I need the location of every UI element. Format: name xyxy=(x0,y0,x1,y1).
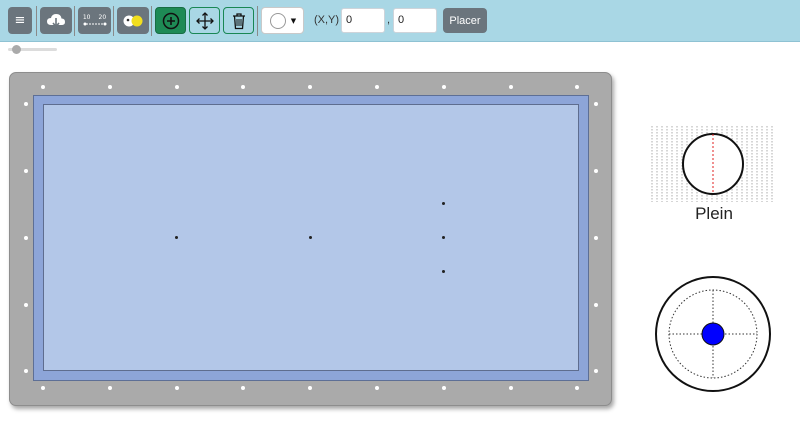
position-marker[interactable] xyxy=(442,236,445,239)
diamond-marker xyxy=(594,102,598,106)
menu-button[interactable]: ≡ xyxy=(8,7,32,34)
toggle-balls-button[interactable] xyxy=(117,7,149,34)
move-button[interactable] xyxy=(189,7,220,34)
trash-icon xyxy=(232,12,245,29)
diamond-marker xyxy=(594,236,598,240)
x-coordinate-input[interactable]: 0 xyxy=(341,8,385,33)
diamond-marker xyxy=(24,236,28,240)
toolbar-separator xyxy=(113,6,114,36)
diamond-marker xyxy=(24,369,28,373)
impact-point-icon[interactable] xyxy=(701,322,725,346)
diamond-marker xyxy=(41,386,45,390)
toolbar-separator xyxy=(151,6,152,36)
hamburger-icon: ≡ xyxy=(14,13,26,28)
ruler-label-b: 20 xyxy=(98,14,107,21)
diamond-marker xyxy=(375,386,379,390)
diamond-marker xyxy=(24,303,28,307)
place-button[interactable]: Placer xyxy=(443,8,487,33)
measure-button[interactable]: 10 20 xyxy=(78,7,111,34)
diamond-marker xyxy=(107,386,112,390)
diamond-marker xyxy=(594,303,598,307)
xy-label: (X,Y) xyxy=(314,14,340,26)
diamond-marker xyxy=(107,85,112,89)
diamond-marker xyxy=(24,169,28,173)
plus-circle-icon xyxy=(162,12,179,29)
toolbar-separator xyxy=(36,6,37,36)
y-coordinate-input[interactable]: 0 xyxy=(393,8,437,33)
diamond-marker xyxy=(441,85,446,89)
toolbar-separator xyxy=(74,6,75,36)
spin-preview xyxy=(651,126,773,202)
diamond-marker xyxy=(508,85,513,89)
toolbar-separator xyxy=(257,6,258,36)
cloud-download-icon xyxy=(47,13,65,28)
cue-impact-selector[interactable] xyxy=(654,275,774,395)
diamond-marker xyxy=(508,386,513,390)
ruler-line-icon xyxy=(83,22,106,26)
diamond-marker xyxy=(24,102,28,106)
cloud-download-button[interactable] xyxy=(40,7,72,34)
add-ball-button[interactable] xyxy=(155,7,186,34)
coordinate-separator: , xyxy=(387,14,391,26)
spin-type-label: Plein xyxy=(695,204,733,223)
chevron-down-icon: ▼ xyxy=(290,16,297,25)
ball-color-dropdown[interactable]: ▼ xyxy=(261,7,304,34)
delete-button[interactable] xyxy=(223,7,254,34)
balls-icon xyxy=(123,15,143,26)
position-marker[interactable] xyxy=(442,270,445,273)
diamond-marker xyxy=(375,85,379,89)
ruler-icon: 10 20 xyxy=(83,14,106,21)
diamond-marker xyxy=(441,386,446,390)
arrows-move-icon xyxy=(195,11,214,30)
diamond-marker xyxy=(174,386,179,390)
ruler-label-a: 10 xyxy=(82,14,91,21)
diamond-marker xyxy=(594,369,598,373)
position-marker[interactable] xyxy=(175,236,178,239)
position-marker[interactable] xyxy=(309,236,312,239)
diamond-marker xyxy=(174,85,179,89)
zoom-slider-thumb[interactable] xyxy=(12,45,21,54)
white-ball-icon xyxy=(269,12,286,29)
diamond-marker xyxy=(41,85,45,89)
position-marker[interactable] xyxy=(442,202,445,205)
diamond-marker xyxy=(594,169,598,173)
toolbar: ≡ 10 20 ▼ (X,Y) 0 , 0 Placer xyxy=(0,0,800,42)
